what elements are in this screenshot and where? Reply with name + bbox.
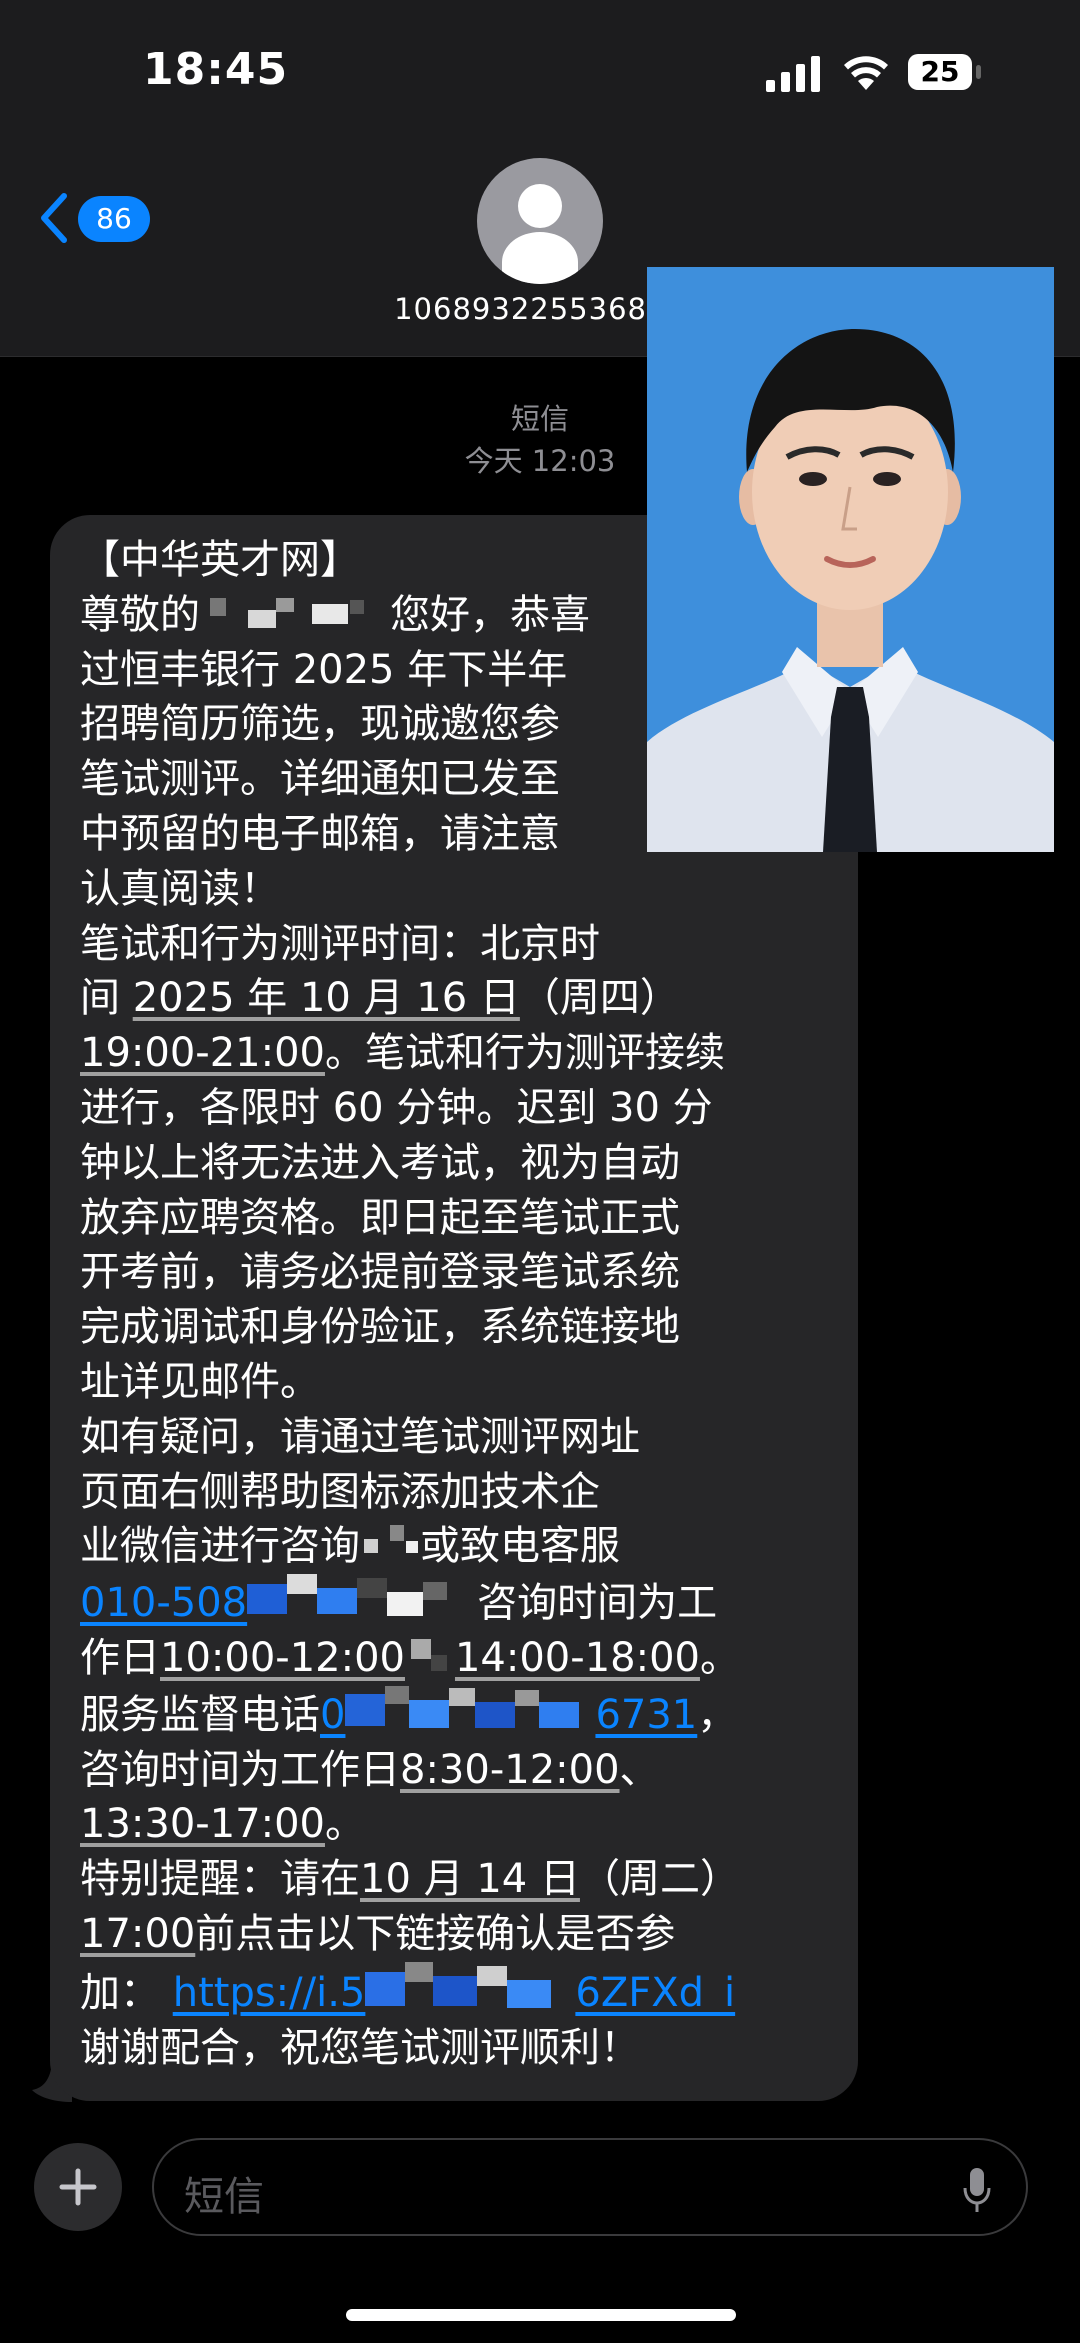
add-attachment-button[interactable]	[34, 2143, 122, 2231]
phone-link[interactable]: 010-508	[80, 1580, 247, 1626]
time-link[interactable]: 10:00-12:00	[160, 1635, 405, 1681]
time-link[interactable]: 13:30-17:00	[80, 1801, 325, 1847]
url-link[interactable]: 6ZFXd_i	[575, 1970, 735, 2016]
time-link[interactable]: 8:30-12:00	[400, 1747, 620, 1793]
redaction-mosaic	[364, 1525, 418, 1554]
phone-link[interactable]: 6731	[595, 1692, 697, 1738]
back-button[interactable]: 86	[38, 188, 150, 248]
overlay-photo	[647, 267, 1054, 852]
wifi-icon	[844, 56, 888, 90]
phone-link[interactable]: 0	[320, 1692, 345, 1738]
home-indicator[interactable]	[346, 2309, 736, 2321]
redaction-mosaic	[210, 597, 364, 628]
redaction-mosaic	[410, 1638, 447, 1671]
plus-icon	[59, 2168, 97, 2206]
date-link[interactable]: 2025 年 10 月 16 日	[133, 975, 520, 1021]
battery-icon: 25	[908, 54, 984, 92]
message-input[interactable]: 短信	[152, 2138, 1028, 2236]
battery-level: 25	[908, 54, 972, 90]
chevron-left-icon	[41, 193, 67, 243]
portrait-image	[647, 267, 1054, 852]
date-link[interactable]: 10 月 14 日	[360, 1856, 580, 1902]
message-input-placeholder: 短信	[184, 2174, 264, 2220]
redaction-mosaic	[345, 1685, 580, 1728]
time-link[interactable]: 14:00-18:00	[455, 1635, 700, 1681]
time-link[interactable]: 19:00-21:00	[80, 1030, 325, 1076]
url-link[interactable]: https://i.5	[173, 1970, 366, 2016]
unread-count-badge: 86	[78, 196, 150, 242]
person-icon	[502, 184, 578, 284]
status-bar: 18:45 25	[0, 0, 1080, 140]
microphone-icon[interactable]	[962, 2166, 992, 2214]
redaction-mosaic	[365, 1961, 552, 2008]
redaction-mosaic	[247, 1574, 448, 1617]
contact-avatar[interactable]	[477, 158, 603, 284]
time-link[interactable]: 17:00	[80, 1911, 195, 1957]
status-time: 18:45	[143, 44, 289, 95]
cellular-signal-icon	[766, 56, 820, 92]
